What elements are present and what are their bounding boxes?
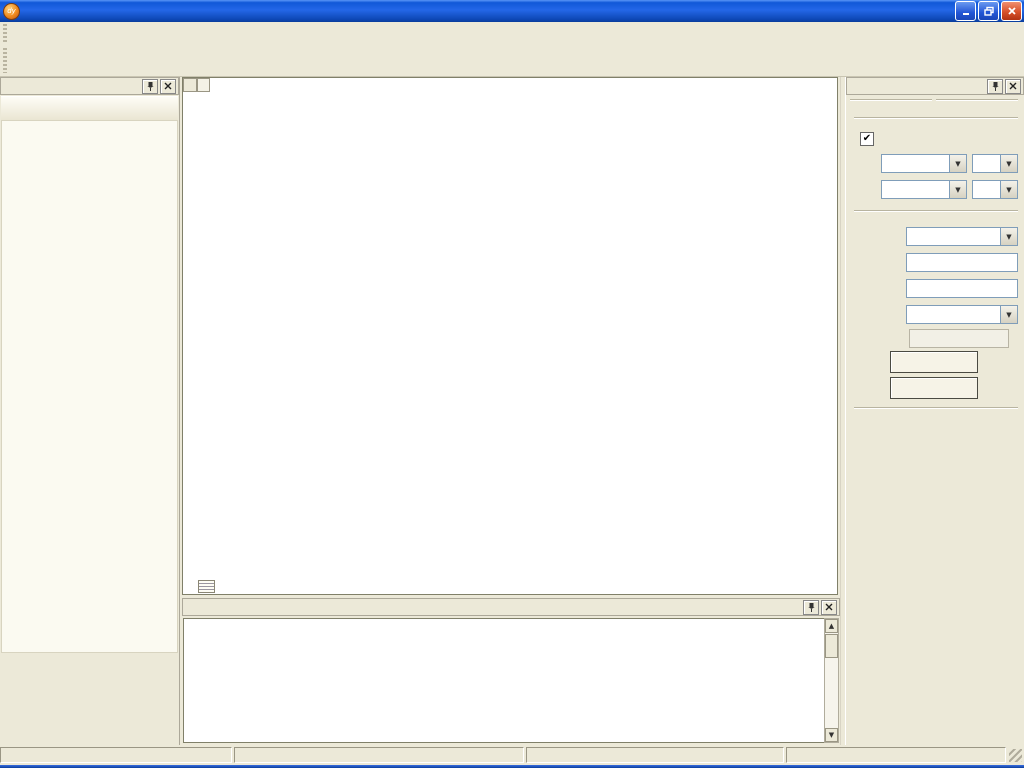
- chevron-down-icon[interactable]: ▼: [1000, 155, 1017, 172]
- right-dock-panel: ✔ ▼ ▼ ▼ ▼ ▼: [845, 77, 1024, 745]
- table-scrollbar[interactable]: ▲ ▼: [824, 618, 839, 743]
- close-icon[interactable]: [1005, 79, 1021, 94]
- start-hour-combo[interactable]: ▼: [972, 154, 1018, 173]
- sidebar-tools: [1, 120, 178, 653]
- map-view: [182, 77, 838, 595]
- ruler-left: [183, 92, 197, 595]
- right-panel-header: [846, 77, 1024, 95]
- pin-icon[interactable]: [987, 79, 1003, 94]
- basin-combo[interactable]: ▼: [906, 227, 1018, 246]
- time-range-checkbox[interactable]: ✔: [860, 132, 874, 146]
- toolbar-grip[interactable]: [3, 48, 7, 73]
- map-hscroll-handle[interactable]: [198, 580, 215, 593]
- bottom-panel-header: [182, 598, 840, 616]
- restore-button[interactable]: [978, 1, 999, 21]
- rain-analysis-group-label: [850, 99, 1018, 100]
- scroll-up-icon[interactable]: ▲: [825, 619, 838, 633]
- status-bar: [0, 745, 1024, 765]
- scroll-down-icon[interactable]: ▼: [825, 728, 838, 742]
- resize-grip[interactable]: [1009, 749, 1022, 762]
- chevron-down-icon[interactable]: ▼: [1000, 228, 1017, 245]
- title-bar: dy: [0, 0, 1024, 22]
- end-hour-combo[interactable]: ▼: [972, 180, 1018, 199]
- status-scale: [786, 747, 1006, 763]
- left-dock-panel: [0, 77, 180, 745]
- rainfall-table: [183, 618, 825, 743]
- clear-display-button[interactable]: [890, 377, 978, 399]
- minimize-button[interactable]: [955, 1, 976, 21]
- close-icon[interactable]: [160, 79, 176, 94]
- start-date-combo[interactable]: ▼: [881, 154, 967, 173]
- station-name-input[interactable]: [906, 279, 1018, 298]
- scroll-thumb[interactable]: [825, 634, 838, 658]
- ruler-corner: [183, 78, 197, 92]
- map-canvas[interactable]: [197, 92, 837, 594]
- time-group-legend: [850, 117, 1018, 118]
- query-type-combo[interactable]: ▼: [906, 305, 1018, 324]
- show-display-button[interactable]: [890, 351, 978, 373]
- application-window: dy: [0, 0, 1024, 768]
- status-ready: [0, 747, 232, 763]
- chevron-down-icon[interactable]: ▼: [949, 155, 966, 172]
- station-id-input[interactable]: [906, 253, 1018, 272]
- dish-icon: [7, 100, 25, 119]
- menubar-grip[interactable]: [3, 24, 7, 42]
- status-coordinates: [526, 747, 784, 763]
- query-value-input[interactable]: [909, 329, 1009, 348]
- left-panel-header: [0, 77, 179, 95]
- pin-icon[interactable]: [803, 600, 819, 615]
- value-query-group-legend: [850, 210, 1018, 211]
- close-icon[interactable]: [821, 600, 837, 615]
- sidebar-group-warning-analysis[interactable]: [1, 96, 178, 122]
- toolbar: [0, 45, 1024, 77]
- status-app-name: [234, 747, 524, 763]
- chevron-down-icon[interactable]: ▼: [1000, 181, 1017, 198]
- chevron-down-icon[interactable]: ▼: [1000, 306, 1017, 323]
- app-logo-icon: dy: [3, 3, 20, 20]
- ruler-top: [197, 78, 839, 92]
- close-button[interactable]: [1001, 1, 1022, 21]
- pin-icon[interactable]: [142, 79, 158, 94]
- chevron-down-icon[interactable]: ▼: [949, 181, 966, 198]
- menu-bar: [0, 22, 1024, 46]
- end-date-combo[interactable]: ▼: [881, 180, 967, 199]
- contour-group-legend: [850, 407, 1018, 408]
- bottom-dock-panel: ▲ ▼: [182, 598, 840, 745]
